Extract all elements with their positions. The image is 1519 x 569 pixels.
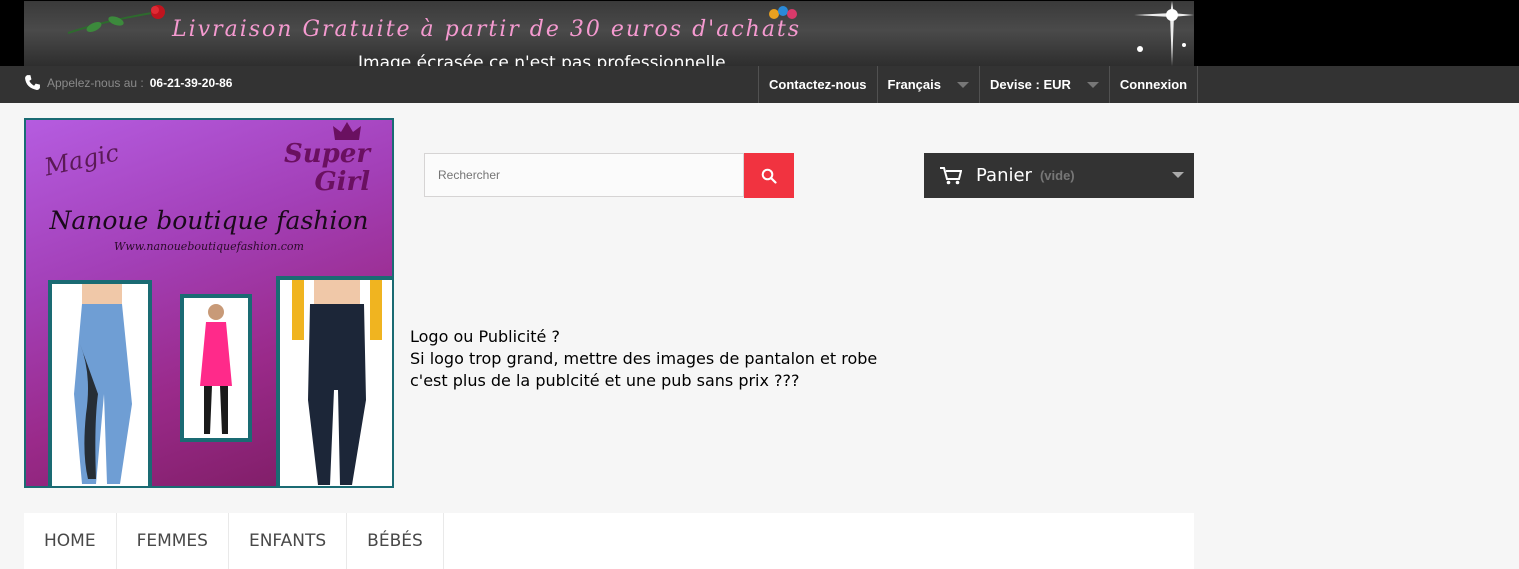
jeans-photo-right [276,276,392,486]
jeans-photo-left [48,280,152,486]
chevron-down-icon [956,81,969,88]
language-label: Français [887,77,941,92]
search-input[interactable] [424,153,744,197]
cart-icon [940,166,962,184]
main-menu: HOME FEMMES ENFANTS BÉBÉS [24,513,1194,569]
contact-link[interactable]: Contactez-nous [758,66,877,103]
logo-annotation: Logo ou Publicité ? Si logo trop grand, … [410,327,878,390]
banner-text: Livraison Gratuite à partir de 30 euros … [172,17,802,42]
cart-button[interactable]: Panier (vide) [924,153,1194,198]
search-button[interactable] [744,153,794,198]
chevron-down-icon [1086,81,1099,88]
rose-icon [67,5,165,34]
currency-label: Devise : EUR [989,77,1071,92]
menu-item-femmes[interactable]: FEMMES [117,513,229,569]
currency-selector[interactable]: Devise : EUR [978,66,1109,103]
cart-status: (vide) [1039,168,1075,183]
login-link[interactable]: Connexion [1108,66,1199,103]
balloons-icon [769,6,797,19]
menu-item-bebes[interactable]: BÉBÉS [347,513,444,569]
cart-label: Panier [976,165,1032,186]
phone-contact: Appelez-nous au : 06-21-39-20-86 [24,74,232,91]
menu-item-home[interactable]: HOME [24,513,117,569]
header-nav: Contactez-nous Français Devise : EUR Con… [758,66,1199,103]
logo-url: Www.nanoueboutiquefashion.com [114,240,304,253]
sparkle-icon [1134,1,1194,66]
search-icon [761,168,777,184]
language-selector[interactable]: Français [876,66,979,103]
phone-icon [25,75,40,90]
phone-number: 06-21-39-20-86 [149,75,233,90]
pink-dress-photo [180,294,252,442]
phone-label: Appelez-nous au : [47,75,144,90]
shop-logo[interactable]: Magic Super Girl Nanoue boutique fashion… [24,118,394,488]
menu-item-enfants[interactable]: ENFANTS [229,513,348,569]
logo-magic-text: Magic [41,138,122,182]
logo-title: Nanoue boutique fashion [49,206,369,235]
chevron-down-icon [1172,172,1184,178]
logo-super-girl: Super Girl [284,139,371,197]
